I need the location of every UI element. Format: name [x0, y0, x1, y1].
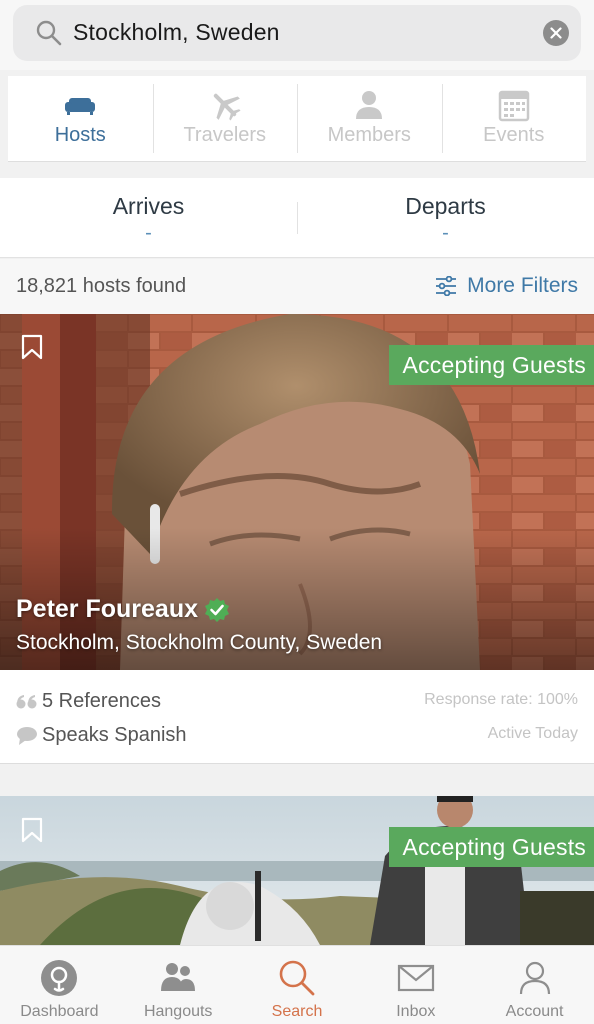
quote-icon [16, 694, 37, 708]
nav-dashboard-label: Dashboard [20, 1003, 99, 1020]
nav-account[interactable]: Account [475, 946, 594, 1024]
languages-row: Speaks Spanish [16, 724, 187, 747]
results-count: 18,821 hosts found [16, 275, 187, 297]
tab-members-label: Members [327, 124, 411, 146]
languages-text: Speaks Spanish [42, 724, 187, 746]
arrives-label: Arrives [112, 193, 185, 219]
tab-events[interactable]: Events [441, 76, 587, 161]
nav-hangouts[interactable]: Hangouts [119, 946, 238, 1024]
host-name[interactable]: Peter Foureaux [16, 595, 230, 624]
host-location: Stockholm, Stockholm County, Sweden [16, 631, 383, 654]
airplane-icon [213, 93, 241, 121]
account-icon [519, 961, 550, 995]
speech-bubble-icon [17, 726, 37, 745]
host-name-text: Peter Foureaux [16, 595, 199, 623]
nav-hangouts-label: Hangouts [143, 1003, 213, 1020]
hangouts-icon [161, 963, 196, 991]
search-input[interactable]: Stockholm, Sweden [13, 5, 581, 61]
more-filters-label: More Filters [467, 274, 578, 297]
date-range-selector: Arrives - Departs - [0, 178, 594, 258]
tab-events-label: Events [483, 124, 545, 146]
activity-status: Active Today [487, 725, 578, 742]
tab-travelers-label: Travelers [183, 124, 267, 146]
tab-hosts[interactable]: Hosts [8, 76, 153, 161]
departs-field[interactable]: Departs - [297, 178, 594, 257]
response-rate: Response rate: 100% [424, 691, 578, 708]
nav-account-label: Account [505, 1003, 564, 1020]
bookmark-icon[interactable] [21, 334, 43, 360]
filter-sliders-icon [436, 276, 457, 296]
references-row: 5 References [16, 690, 161, 713]
results-bar: 18,821 hosts found More Filters [0, 259, 594, 314]
host-card-photo[interactable]: Accepting Guests Peter Foureaux Stockhol… [0, 314, 594, 670]
dashboard-icon [41, 960, 78, 996]
tab-hosts-label: Hosts [54, 124, 106, 146]
nav-inbox[interactable]: Inbox [356, 946, 475, 1024]
nav-dashboard[interactable]: Dashboard [0, 946, 119, 1024]
accepting-guests-badge: Accepting Guests [388, 827, 594, 867]
accepting-guests-badge: Accepting Guests [388, 345, 594, 385]
more-filters-button[interactable]: More Filters [435, 274, 578, 298]
departs-label: Departs [405, 193, 486, 219]
inbox-icon [397, 964, 434, 992]
search-icon [36, 20, 62, 46]
close-icon [550, 27, 562, 39]
nav-search[interactable]: Search [238, 946, 357, 1024]
nav-inbox-label: Inbox [396, 1003, 436, 1020]
departs-value: - [442, 222, 449, 244]
nav-search-label: Search [271, 1003, 323, 1020]
bottom-nav: Dashboard Hangouts Search Inbox Account [0, 945, 594, 1024]
clear-search-button[interactable] [543, 20, 569, 46]
app: Stockholm, Sweden Hosts Travelers Member… [0, 0, 594, 1024]
bookmark-icon[interactable] [21, 817, 43, 843]
tab-travelers[interactable]: Travelers [152, 76, 298, 161]
calendar-icon [498, 90, 529, 122]
verified-badge-icon [205, 597, 230, 622]
search-value: Stockholm, Sweden [73, 19, 280, 45]
references-count: 5 References [42, 690, 161, 712]
search-header: Stockholm, Sweden [0, 0, 594, 70]
couch-icon [65, 98, 96, 115]
arrives-value: - [145, 222, 152, 244]
host-profile-photo-2 [0, 796, 594, 945]
search-type-tabs: Hosts Travelers Members Events [8, 76, 586, 162]
host-card-photo-2[interactable]: Accepting Guests [0, 796, 594, 945]
person-icon [356, 91, 383, 119]
search-icon [279, 960, 315, 996]
arrives-field[interactable]: Arrives - [0, 178, 297, 257]
host-card-info[interactable]: 5 References Speaks Spanish Response rat… [0, 670, 594, 764]
tab-members[interactable]: Members [297, 76, 442, 161]
